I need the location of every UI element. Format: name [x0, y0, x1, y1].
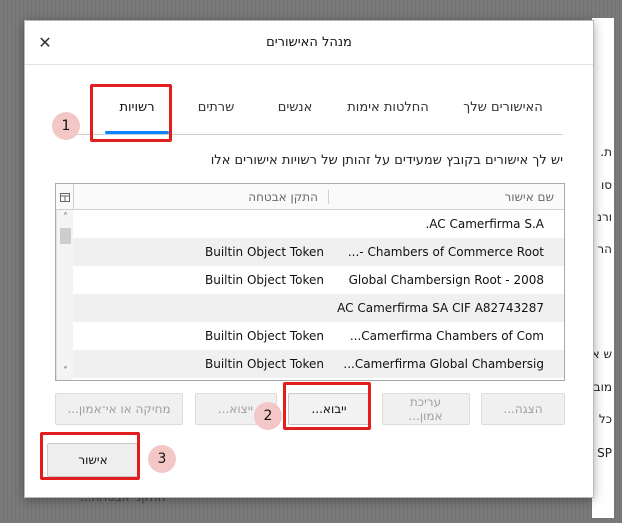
tab-authorities[interactable]: רשויות — [99, 80, 175, 134]
certificate-name-cell: AC Camerfirma SA CIF A82743287 — [337, 301, 544, 315]
background-text-fragment: הר — [597, 242, 612, 256]
table-row[interactable]: AC Camerfirma SA CIF A82743287 — [72, 294, 564, 322]
tab-your-certificates[interactable]: האישורים שלך — [443, 80, 563, 134]
tab-label: החלטות אימות — [347, 99, 429, 115]
tab-people[interactable]: אנשים — [257, 80, 333, 134]
step-badge-3: 3 — [148, 445, 176, 473]
ok-button[interactable]: אישור — [47, 443, 139, 477]
background-text-fragment: ש א — [591, 347, 612, 361]
scrollbar-thumb[interactable] — [60, 228, 71, 244]
certificate-name-cell: Chambers of Commerce Root -... — [347, 245, 544, 259]
background-text-fragment: מוב — [593, 380, 612, 394]
certificate-name-cell: Global Chambersign Root - 2008 — [348, 273, 544, 287]
table-scrollbar[interactable]: ˄ ˅ — [56, 210, 73, 380]
table-header: שם אישור התקן אבטחה — [56, 184, 564, 210]
certificate-actions: הצגה... עריכת אמון... ייבוא... ייצוא... … — [55, 393, 565, 427]
certificates-table: שם אישור התקן אבטחה AC Camerfirma S.A. C… — [55, 183, 565, 381]
background-page-strip — [592, 18, 614, 518]
tab-label: שרתים — [197, 99, 235, 115]
table-row[interactable]: AC Camerfirma S.A. — [72, 210, 564, 238]
table-row[interactable]: Chambers of Commerce Root -... Builtin O… — [72, 238, 564, 266]
certificate-manager-dialog: מנהל האישורים ✕ האישורים שלך החלטות אימו… — [24, 20, 594, 498]
delete-or-distrust-button[interactable]: מחיקה או אי־אמון... — [55, 393, 183, 425]
scroll-up-icon[interactable]: ˄ — [57, 210, 74, 226]
security-device-cell: Builtin Object Token — [204, 357, 324, 371]
certificate-name-cell: Camerfirma Global Chambersig... — [343, 357, 544, 371]
table-rows: AC Camerfirma S.A. Chambers of Commerce … — [72, 210, 564, 378]
dialog-titlebar: מנהל האישורים ✕ — [25, 21, 593, 65]
background-text-fragment: ת. — [600, 145, 612, 159]
column-header-security-device[interactable]: התקן אבטחה — [74, 190, 328, 204]
background-text-fragment: כל — [598, 412, 612, 426]
certificate-name-cell: AC Camerfirma S.A. — [425, 217, 544, 231]
dialog-title: מנהל האישורים — [266, 35, 352, 50]
authorities-description: יש לך אישורים בקובץ שמעידים על זהותן של … — [210, 153, 563, 168]
background-text-fragment: SP — [597, 446, 612, 460]
tab-servers[interactable]: שרתים — [175, 80, 257, 134]
import-button[interactable]: ייבוא... — [288, 393, 370, 425]
step-badge-2: 2 — [254, 402, 282, 430]
tab-bar: האישורים שלך החלטות אימות אנשים שרתים רש… — [55, 81, 563, 135]
column-header-certificate-name[interactable]: שם אישור — [328, 189, 564, 204]
tab-label: רשויות — [119, 99, 155, 115]
step-badge-1: 1 — [52, 112, 80, 140]
tab-label: אנשים — [277, 99, 313, 115]
background-text-fragment: סו — [600, 178, 612, 192]
column-picker-icon[interactable] — [56, 184, 74, 210]
view-button[interactable]: הצגה... — [481, 393, 565, 425]
background-text-fragment: ורנ — [597, 210, 612, 224]
security-device-cell: Builtin Object Token — [204, 273, 324, 287]
close-icon[interactable]: ✕ — [35, 33, 55, 53]
edit-trust-button[interactable]: עריכת אמון... — [381, 393, 470, 425]
certificate-name-cell: Camerfirma Chambers of Com... — [349, 329, 544, 343]
tab-label: האישורים שלך — [463, 99, 543, 115]
table-row[interactable]: Camerfirma Global Chambersig... Builtin … — [72, 350, 564, 378]
scroll-down-icon[interactable]: ˅ — [57, 364, 74, 380]
tab-authentication-decisions[interactable]: החלטות אימות — [333, 80, 443, 134]
table-row[interactable]: Global Chambersign Root - 2008 Builtin O… — [72, 266, 564, 294]
table-row[interactable]: Camerfirma Chambers of Com... Builtin Ob… — [72, 322, 564, 350]
security-device-cell: Builtin Object Token — [204, 329, 324, 343]
security-device-cell: Builtin Object Token — [204, 245, 324, 259]
